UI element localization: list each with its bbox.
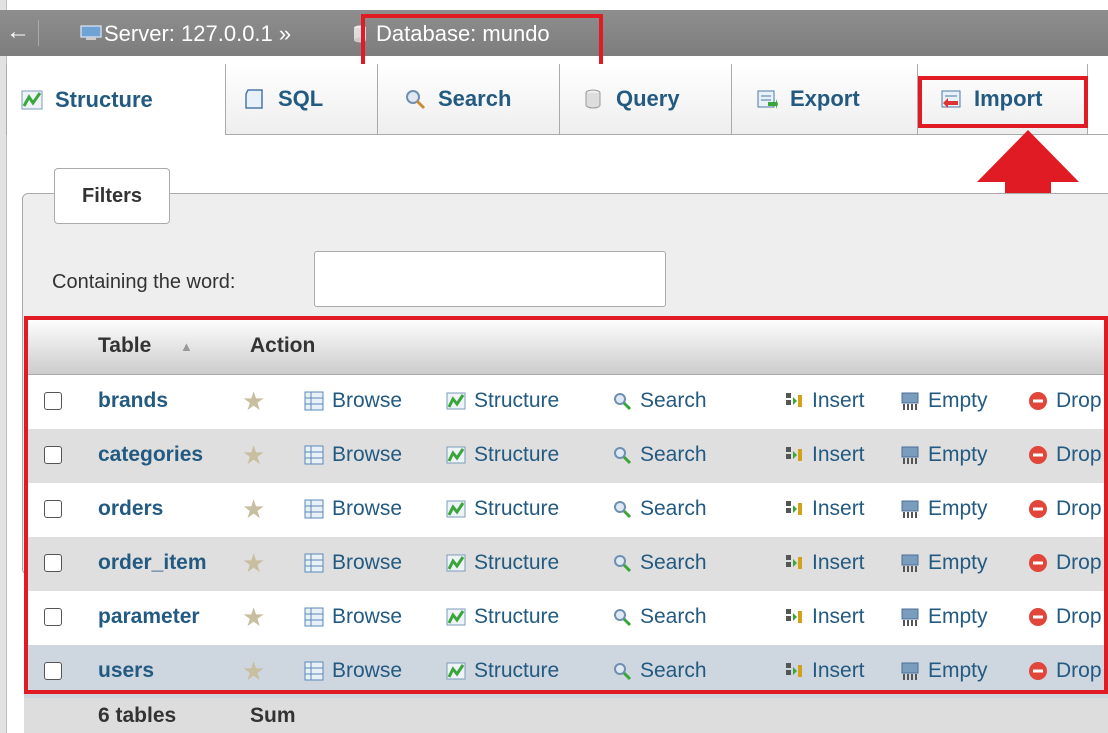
tab-label: Search bbox=[438, 86, 512, 111]
tab-export[interactable]: Export bbox=[732, 64, 918, 134]
filter-word-input[interactable] bbox=[314, 251, 666, 307]
table-footer: 6 tables Sum bbox=[24, 698, 1108, 733]
sum-label: Sum bbox=[250, 704, 296, 727]
tab-search[interactable]: Search bbox=[378, 64, 560, 134]
containing-word-label: Containing the word: bbox=[52, 271, 236, 293]
table-count: 6 tables bbox=[98, 704, 177, 727]
tab-sql[interactable]: SQL bbox=[226, 64, 378, 134]
filters-legend: Filters bbox=[54, 168, 170, 224]
tab-label: SQL bbox=[278, 86, 324, 111]
import-highlight-box bbox=[918, 76, 1088, 128]
structure-icon bbox=[21, 90, 43, 109]
tab-query[interactable]: Query bbox=[560, 64, 732, 134]
tab-label: Export bbox=[790, 86, 860, 111]
sql-icon bbox=[245, 89, 263, 109]
query-icon bbox=[585, 89, 601, 109]
divider bbox=[38, 20, 39, 46]
export-icon bbox=[757, 90, 778, 109]
tab-structure[interactable]: Structure bbox=[6, 64, 226, 135]
search-icon bbox=[406, 90, 426, 110]
server-icon bbox=[80, 25, 102, 40]
back-arrow-icon[interactable]: ← bbox=[6, 18, 32, 48]
tab-label: Query bbox=[616, 86, 680, 111]
breadcrumb-server[interactable]: Server: 127.0.0.1 » bbox=[104, 21, 291, 47]
tab-label: Structure bbox=[55, 86, 153, 112]
tables-highlight-box bbox=[24, 316, 1108, 694]
